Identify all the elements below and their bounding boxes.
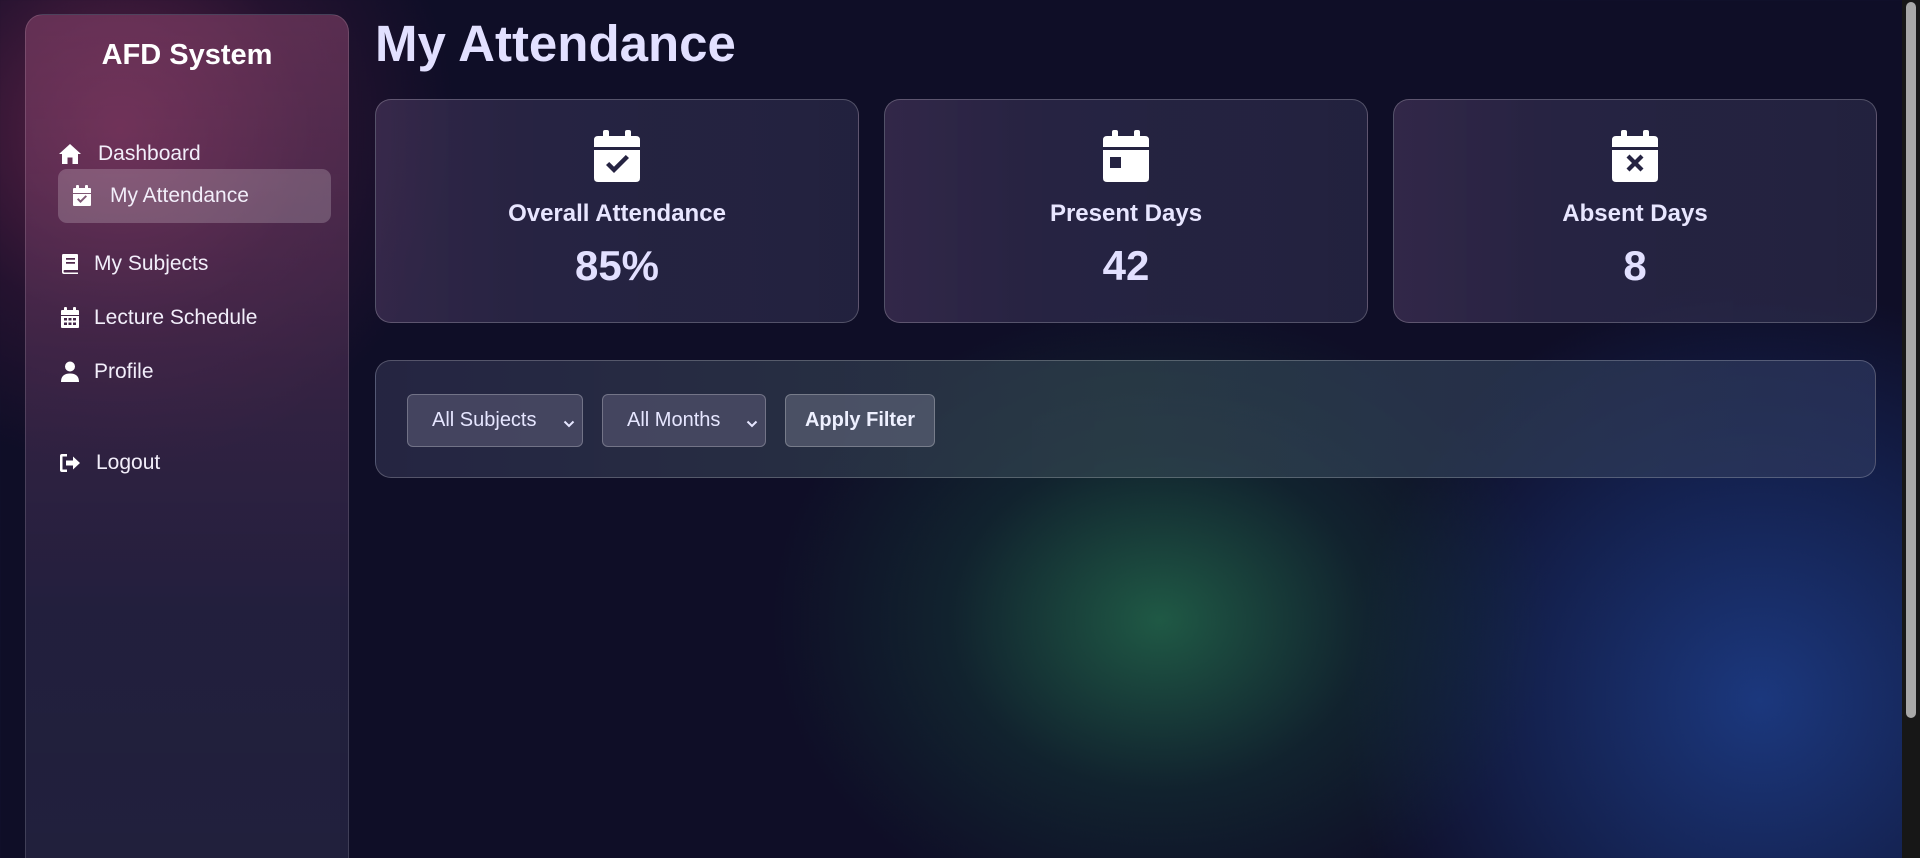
filter-panel: All Subjects All Months Apply Filter [375,360,1876,478]
scrollbar-thumb[interactable] [1906,2,1916,718]
vertical-scrollbar[interactable] [1902,0,1920,858]
user-icon [58,360,82,384]
sign-out-icon [58,451,82,475]
calendar-grid-icon [58,306,82,330]
subject-select[interactable]: All Subjects [407,394,583,447]
month-select[interactable]: All Months [602,394,766,447]
absent-days-card: Absent Days 8 [1393,99,1877,323]
sidebar-item-lecture-schedule[interactable]: Lecture Schedule [58,291,331,345]
card-label: Overall Attendance [508,200,726,227]
calendar-day-icon [1103,130,1149,182]
chevron-down-icon [745,414,759,428]
card-label: Absent Days [1562,200,1708,227]
sidebar: AFD System Dashboard My Attendance My Su… [25,14,349,858]
overall-attendance-card: Overall Attendance 85% [375,99,859,323]
sidebar-item-label: Profile [94,360,154,383]
month-select-value: All Months [627,409,721,431]
apply-filter-button[interactable]: Apply Filter [785,394,935,447]
page-title: My Attendance [375,15,736,72]
book-icon [58,252,82,276]
sidebar-item-my-attendance[interactable]: My Attendance [58,169,331,223]
calendar-check-icon [70,184,94,208]
sidebar-item-label: Lecture Schedule [94,306,258,329]
card-value: 42 [1102,242,1150,289]
sidebar-item-my-subjects[interactable]: My Subjects [58,237,331,291]
sidebar-item-label: My Subjects [94,252,209,275]
calendar-check-icon [594,130,640,182]
chevron-down-icon [562,414,576,428]
sidebar-item-profile[interactable]: Profile [58,345,331,399]
present-days-card: Present Days 42 [884,99,1368,323]
calendar-x-icon [1612,130,1658,182]
card-value: 8 [1623,242,1647,289]
card-label: Present Days [1049,200,1203,227]
card-value: 85% [574,242,660,289]
sidebar-item-label: My Attendance [110,184,249,207]
sidebar-item-label: Dashboard [98,142,201,165]
brand-title: AFD System [101,39,273,71]
logout-label: Logout [96,451,161,474]
logout-button[interactable]: Logout [58,436,331,490]
home-icon [58,142,82,166]
subject-select-value: All Subjects [432,409,537,431]
